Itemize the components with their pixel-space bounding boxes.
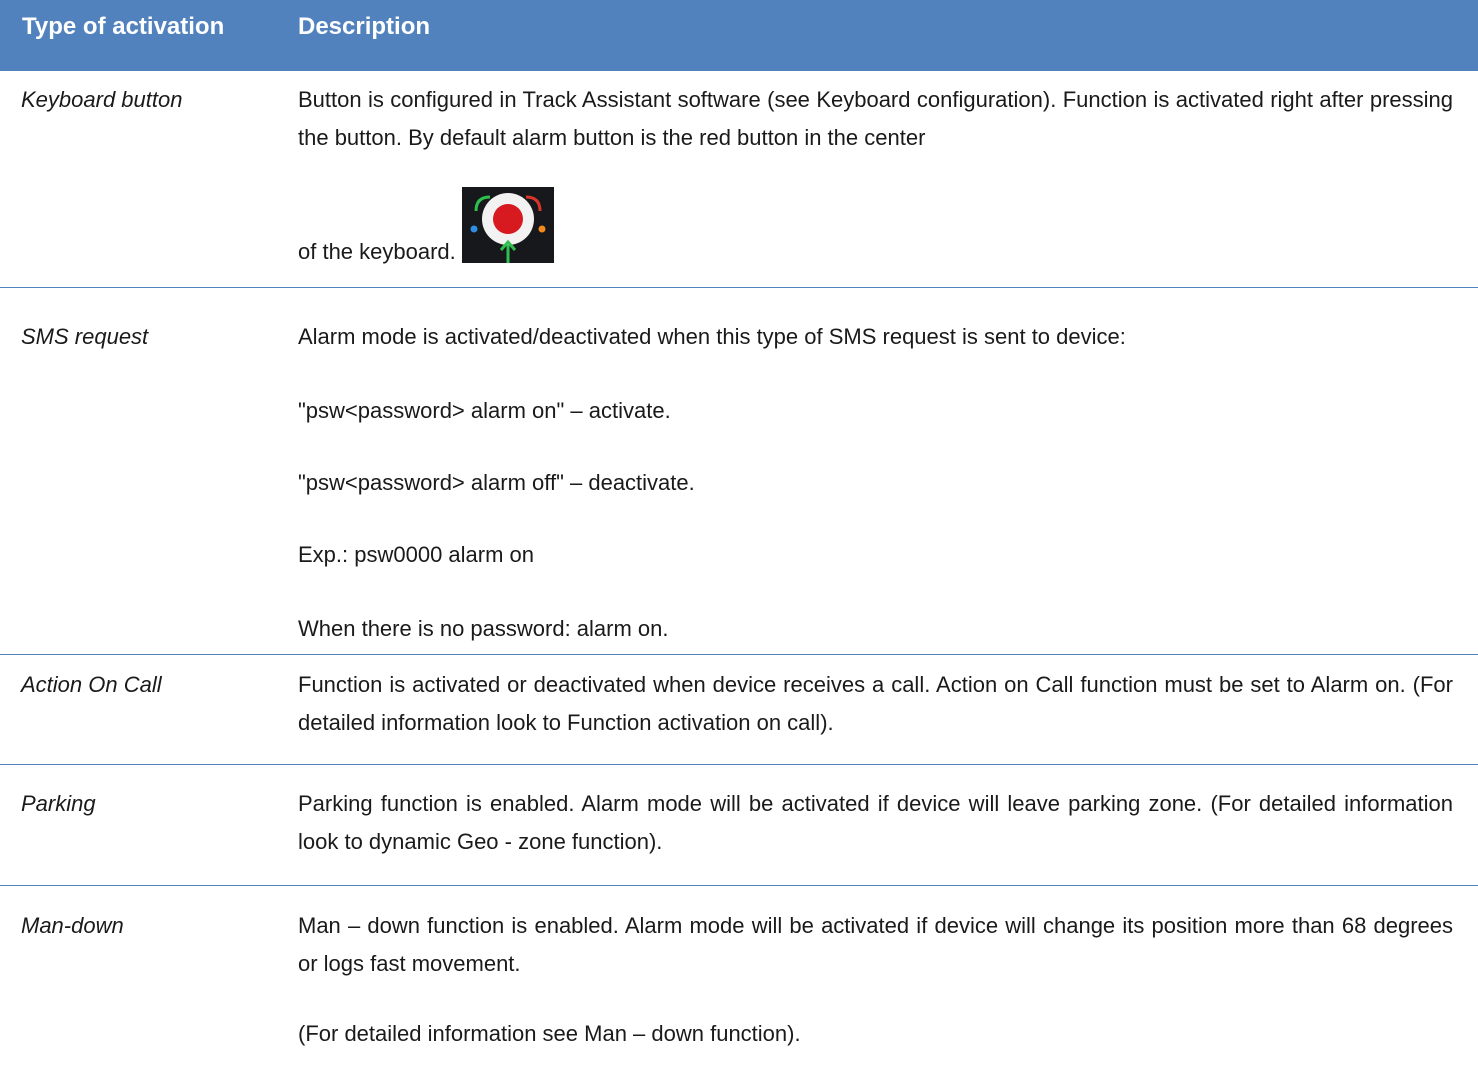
activation-table: Type of activation Description Keyboard … xyxy=(0,0,1478,1046)
description-text: Man – down function is enabled. Alarm mo… xyxy=(298,913,1453,976)
table-row: SMS request Alarm mode is activated/deac… xyxy=(0,287,1478,655)
description-line: of the keyboard. xyxy=(298,187,1453,271)
row-type: Man-down xyxy=(21,913,124,938)
header-description: Description xyxy=(298,13,431,40)
description-text: When there is no password: alarm on. xyxy=(298,616,669,641)
table-row: Parking Parking function is enabled. Ala… xyxy=(0,765,1478,886)
row-description: Button is configured in Track Assistant … xyxy=(298,81,1453,271)
description-text: "psw<password> alarm off" – deactivate. xyxy=(298,470,695,495)
row-description: Man – down function is enabled. Alarm mo… xyxy=(298,907,1453,1053)
row-description: Alarm mode is activated/deactivated when… xyxy=(298,318,1453,648)
table-row: Keyboard button Button is configured in … xyxy=(0,71,1478,288)
description-text: Alarm mode is activated/deactivated when… xyxy=(298,324,1126,349)
description-text: Button is configured in Track Assistant … xyxy=(298,87,1453,150)
description-text: "psw<password> alarm on" – activate. xyxy=(298,398,671,423)
table-row: Action On Call Function is activated or … xyxy=(0,654,1478,765)
description-text: of the keyboard. xyxy=(298,239,456,264)
row-description: Parking function is enabled. Alarm mode … xyxy=(298,785,1453,861)
row-type: SMS request xyxy=(21,324,149,349)
alarm-keyboard-button-icon xyxy=(461,187,554,263)
row-type: Action On Call xyxy=(21,672,162,697)
table-header: Type of activation Description xyxy=(0,0,1478,71)
header-type-of-activation: Type of activation xyxy=(22,13,225,40)
description-text: (For detailed information see Man – down… xyxy=(298,1021,801,1046)
row-type: Parking xyxy=(21,791,96,816)
description-text: Function is activated or deactivated whe… xyxy=(298,672,1453,735)
row-description: Function is activated or deactivated whe… xyxy=(298,666,1453,742)
description-text: Parking function is enabled. Alarm mode … xyxy=(298,791,1453,854)
description-text: Exp.: psw0000 alarm on xyxy=(298,542,535,567)
row-type: Keyboard button xyxy=(21,87,183,112)
table-row: Man-down Man – down function is enabled.… xyxy=(0,886,1478,1070)
